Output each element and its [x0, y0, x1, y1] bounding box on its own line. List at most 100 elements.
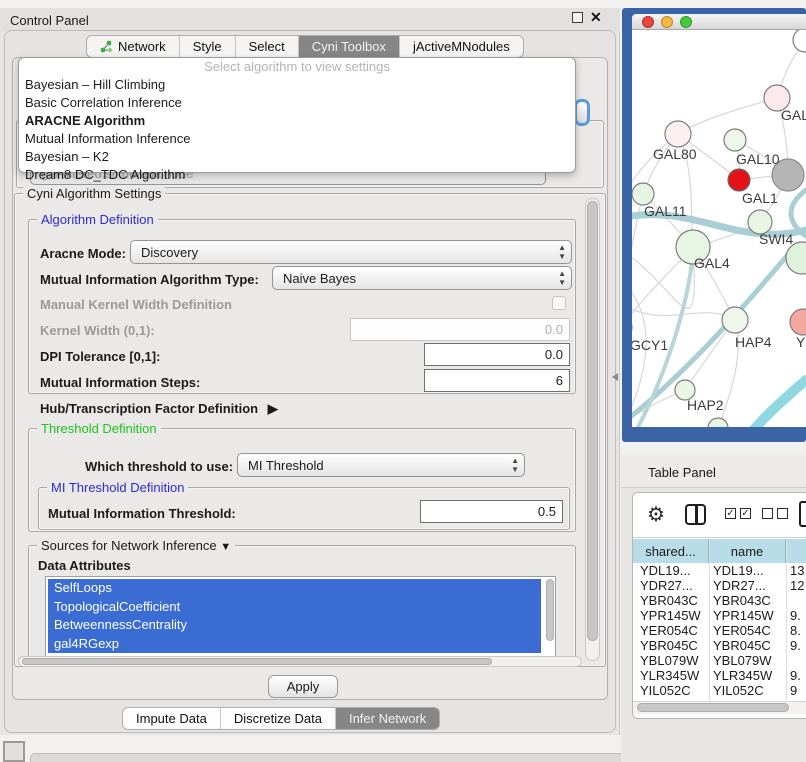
file-export-icon[interactable]	[799, 501, 806, 527]
node-label: GAL2	[781, 107, 806, 123]
algorithm-dropdown-popup: Select algorithm to view settings Bayesi…	[18, 57, 576, 173]
kernel-width-field[interactable]: 0.0	[350, 318, 570, 341]
table-horizontal-scrollbar-thumb[interactable]	[637, 703, 789, 712]
tab-style[interactable]: Style	[180, 36, 236, 57]
unselect-all-checks-icon[interactable]	[762, 508, 773, 519]
mi-threshold-value: 0.5	[538, 504, 556, 519]
stepper-icon: ▲▼	[558, 243, 566, 261]
cell-shared-name: YPR145W	[633, 608, 709, 623]
dropdown-item[interactable]: Mutual Information Inference	[19, 130, 575, 148]
cell-shared-name: YBR045C	[633, 638, 709, 653]
which-threshold-label: Which threshold to use:	[85, 459, 233, 474]
dropdown-placeholder: Select algorithm to view settings	[19, 58, 575, 76]
data-attributes-list[interactable]: SelfLoops TopologicalCoefficient Between…	[45, 576, 556, 658]
cell-shared-name: YLR345W	[633, 668, 709, 683]
close-traffic-icon[interactable]	[642, 16, 654, 28]
sources-title-label: Sources for Network Inference	[41, 538, 217, 553]
node-label: HAP2	[687, 397, 724, 413]
tab-impute-data[interactable]: Impute Data	[123, 708, 221, 729]
minimized-panel-icon[interactable]	[3, 741, 25, 762]
list-item[interactable]: gal4RGexp	[48, 635, 541, 654]
dropdown-item[interactable]: Bayesian – K2	[19, 148, 575, 166]
cell-name: YER054C	[709, 623, 786, 638]
network-canvas[interactable]: GAL2 GAL80 GAL10 GAL1 GAL11 SWI4 GAL4 GC…	[632, 30, 806, 427]
node-label: GAL80	[653, 146, 697, 162]
tab-infer-network[interactable]: Infer Network	[336, 708, 439, 729]
list-item[interactable]: TopologicalCoefficient	[48, 598, 541, 617]
list-item[interactable]: SelfLoops	[48, 579, 541, 598]
dropdown-item-aracne[interactable]: ARACNE Algorithm	[19, 112, 575, 130]
mi-type-value: Naive Bayes	[283, 271, 356, 286]
table-row[interactable]: YIL052C YIL052C 9	[633, 683, 806, 698]
cell-value: 12	[786, 578, 806, 593]
hub-definition-toggle[interactable]: Hub/Transcription Factor Definition ▶	[40, 401, 278, 417]
which-threshold-value: MI Threshold	[248, 458, 324, 473]
dropdown-item[interactable]: Bayesian – Hill Climbing	[19, 76, 575, 94]
tab-select[interactable]: Select	[236, 36, 299, 57]
table-header-row: shared... name	[633, 539, 806, 563]
mi-steps-field[interactable]: 6	[424, 369, 570, 392]
cell-value: 13	[786, 563, 806, 578]
threshold-definition-title: Threshold Definition	[37, 421, 161, 436]
node-label: Y	[796, 334, 806, 350]
dpi-tolerance-label: DPI Tolerance [0,1]:	[40, 349, 160, 364]
aracne-mode-value: Discovery	[141, 245, 198, 260]
table-body: YDL19... YDL19... 13 YDR27... YDR27... 1…	[633, 563, 806, 698]
table-row[interactable]: YBL079W YBL079W	[633, 653, 806, 668]
column-header-cut[interactable]	[786, 539, 806, 563]
table-row[interactable]: YLR345W YLR345W 9.	[633, 668, 806, 683]
select-all-checks-icon[interactable]: ✓	[725, 508, 736, 519]
table-row[interactable]: YPR145W YPR145W 9.	[633, 608, 806, 623]
tab-network[interactable]: Network	[87, 36, 180, 57]
aracne-mode-combo[interactable]: Discovery ▲▼	[130, 240, 572, 264]
settings-vertical-scrollbar-thumb[interactable]	[587, 201, 598, 641]
apply-button[interactable]: Apply	[268, 675, 338, 698]
cell-name: YIL052C	[709, 683, 786, 698]
cell-shared-name: YBL079W	[633, 653, 709, 668]
tab-discretize-data[interactable]: Discretize Data	[221, 708, 336, 729]
dropdown-item[interactable]: Dream8 DC_TDC Algorithm	[19, 166, 575, 184]
table-row[interactable]: YDR27... YDR27... 12	[633, 578, 806, 593]
column-header-shared[interactable]: shared...	[633, 539, 709, 563]
control-panel-titlebar[interactable]	[0, 8, 620, 32]
dropdown-item[interactable]: Basic Correlation Inference	[19, 94, 575, 112]
mi-type-combo[interactable]: Naive Bayes ▲▼	[272, 266, 572, 290]
cell-shared-name: YER054C	[633, 623, 709, 638]
node-label: GAL11	[644, 203, 687, 219]
column-divider[interactable]	[786, 539, 787, 701]
manual-kernel-checkbox[interactable]	[552, 296, 566, 310]
unselect-all-checks-icon[interactable]	[777, 508, 788, 519]
splitter-arrow-icon[interactable]	[612, 373, 618, 381]
column-header-name[interactable]: name	[709, 539, 786, 563]
split-columns-icon-divider	[695, 504, 698, 525]
zoom-traffic-icon[interactable]	[680, 16, 692, 28]
mi-threshold-label: Mutual Information Threshold:	[48, 506, 236, 521]
table-row[interactable]: YER054C YER054C 8.	[633, 623, 806, 638]
attributes-list-scrollbar-thumb[interactable]	[546, 579, 554, 641]
table-row[interactable]: YDL19... YDL19... 13	[633, 563, 806, 578]
dpi-tolerance-field[interactable]: 0.0	[424, 343, 570, 366]
which-threshold-combo[interactable]: MI Threshold ▲▼	[237, 453, 525, 477]
bottom-tabstrip: Impute Data Discretize Data Infer Networ…	[122, 707, 440, 730]
table-panel-title: Table Panel	[648, 465, 716, 480]
settings-horizontal-scrollbar-thumb[interactable]	[22, 658, 492, 665]
close-icon[interactable]: ✕	[590, 9, 602, 26]
list-item[interactable]: BetweennessCentrality	[48, 616, 541, 635]
sources-title[interactable]: Sources for Network Inference ▼	[37, 538, 235, 553]
tab-cyni-toolbox[interactable]: Cyni Toolbox	[299, 36, 400, 57]
table-row[interactable]: YBR045C YBR045C 9.	[633, 638, 806, 653]
table-row[interactable]: YBR043C YBR043C	[633, 593, 806, 608]
cell-shared-name: YDL19...	[633, 563, 709, 578]
tab-jactivemnodules[interactable]: jActiveMNodules	[400, 36, 523, 57]
gear-icon[interactable]: ⚙	[647, 502, 665, 527]
screen: Control Panel ✕ Network Style Select	[0, 0, 806, 762]
algorithm-select-combo-focus[interactable]	[574, 99, 590, 126]
float-icon[interactable]	[572, 12, 583, 23]
mi-threshold-field[interactable]: 0.5	[420, 500, 563, 523]
network-window-titlebar[interactable]	[632, 14, 806, 30]
aracne-mode-label: Aracne Mode:	[40, 246, 126, 261]
select-all-checks-icon[interactable]: ✓	[740, 508, 751, 519]
column-divider[interactable]	[709, 539, 710, 701]
minimize-traffic-icon[interactable]	[661, 16, 673, 28]
node-label: HAP4	[735, 334, 772, 350]
